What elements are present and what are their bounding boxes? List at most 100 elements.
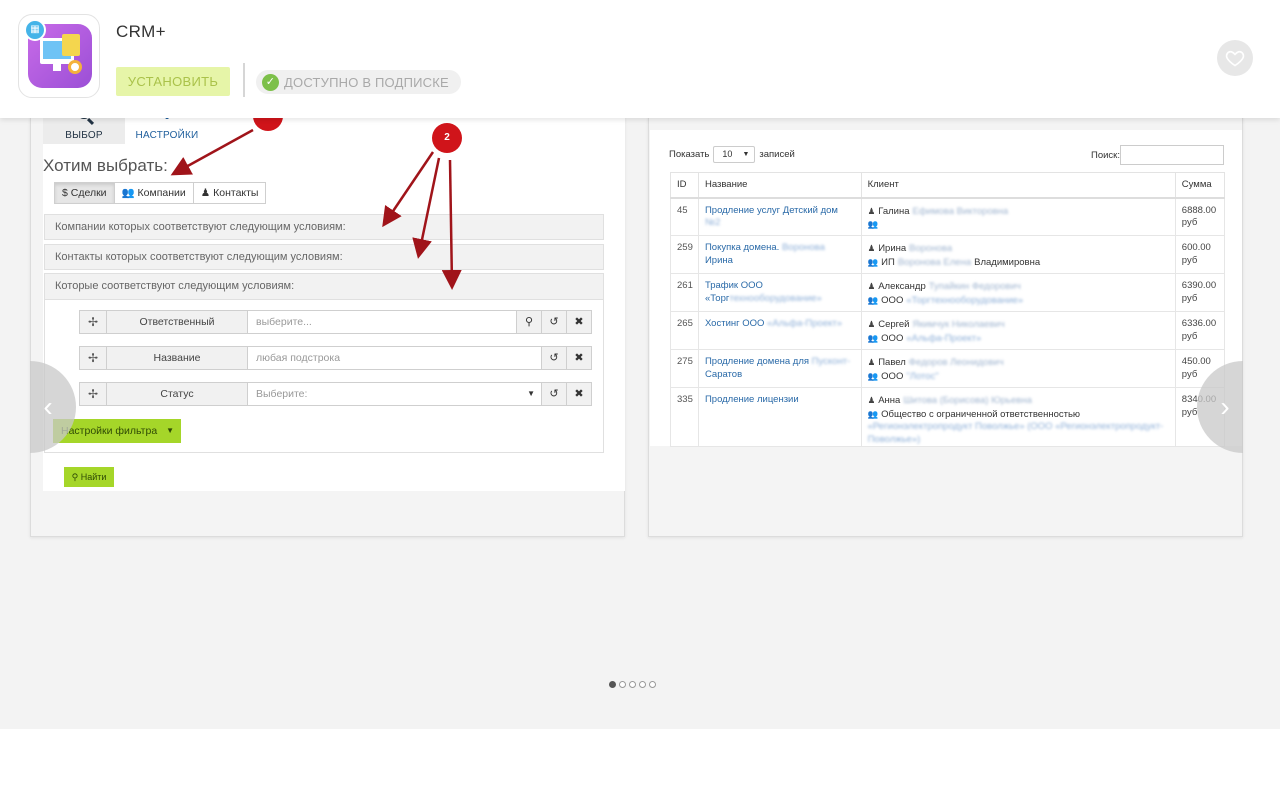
favorite-button[interactable] [1217,40,1253,76]
chevron-right-icon: › [1220,391,1230,422]
reset-icon[interactable]: ↺ [541,346,567,370]
filter-placeholder: Выберите: [256,388,308,400]
carousel-dot[interactable] [629,681,636,688]
condition-companies[interactable]: Компании которых соответствуют следующим… [44,214,604,240]
carousel-dot[interactable] [619,681,626,688]
table-header-row: ID Название Клиент Сумма [670,172,1226,199]
row-name-link[interactable]: Продление услуг Детский дом №2 [697,197,862,236]
table-row: 261 Трафик ООО «Торгтехнооборудование» ♟ А… [670,273,1226,312]
carousel-dot[interactable] [609,681,616,688]
users-icon: 👥 [867,370,879,381]
want-title: Хотим выбрать: [43,156,168,175]
filter-name: Статус [106,382,248,406]
subscription-badge: ✓ ДОСТУПНО В ПОДПИСКЕ [256,70,461,94]
row-id: 275 [670,349,699,388]
remove-icon[interactable]: ✖ [566,346,592,370]
user-icon: ♟ [867,281,876,291]
search-input[interactable] [1119,145,1224,165]
column-name[interactable]: Название [697,172,862,199]
user-icon: ♟ [200,187,211,199]
search-icon[interactable]: ⚲ [516,310,542,334]
chevron-down-icon: ▼ [527,389,535,398]
remove-icon[interactable]: ✖ [566,382,592,406]
row-id: 259 [670,235,699,274]
page-size-select[interactable]: 10 ▼ [713,146,756,163]
drag-handle-icon[interactable]: ✢ [79,310,107,334]
table-row: 335 Продление лицензии ♟ Анна Шитова (Бори… [670,387,1226,447]
filter-input[interactable]: любая подстрока [247,346,542,370]
row-id: 261 [670,273,699,312]
users-icon: 👥 [867,256,879,267]
row-id: 265 [670,311,699,350]
carousel-dots [609,681,656,688]
reset-icon[interactable]: ↺ [541,310,567,334]
deals-table: ID Название Клиент Сумма 45 Продление ус… [670,172,1226,447]
user-icon: ♟ [867,395,876,405]
row-name-link[interactable]: Продление лицензии [697,387,862,447]
find-label: Найти [80,472,107,482]
table-row: 265 Хостинг ООО «Альфа-Проект» ♟ Сергей Як… [670,311,1226,350]
carousel-dot[interactable] [649,681,656,688]
filter-select[interactable]: Выберите: ▼ [247,382,542,406]
condition-contacts[interactable]: Контакты которых соответствуют следующим… [44,244,604,270]
carousel-dot[interactable] [639,681,646,688]
filter-name: Название [106,346,248,370]
table-row: 275 Продление домена для Пусконт- Саратов… [670,349,1226,388]
row-name-link[interactable]: Продление домена для Пусконт- Саратов [697,349,862,388]
reset-icon[interactable]: ↺ [541,382,567,406]
segment-contacts[interactable]: ♟ Контакты [192,182,267,204]
row-name-link[interactable]: Трафик ООО «Торгтехнооборудование» [697,273,862,312]
segment-companies[interactable]: 👥 Компании [113,182,194,204]
chevron-down-icon: ▼ [166,426,174,435]
column-id[interactable]: ID [670,172,699,199]
remove-icon[interactable]: ✖ [566,310,592,334]
row-id: 335 [670,387,699,447]
row-client: ♟ Ирина Воронова 👥 ИП Воронова Елена Владимир… [860,235,1176,274]
app-icon: ▦ [18,14,100,98]
page-size-value: 10 [722,149,733,159]
row-sum: 6888.00 руб [1174,197,1226,236]
gift-badge-icon: ▦ [24,19,46,41]
app-title: CRM+ [116,22,166,41]
user-icon: ♟ [867,319,876,329]
table-row: 45 Продление услуг Детский дом №2 ♟ Галин… [670,197,1226,236]
chevron-left-icon: ‹ [43,391,53,422]
find-button[interactable]: ⚲ Найти [64,467,114,487]
row-name-link[interactable]: Покупка домена. Воронова Ирина [697,235,862,274]
users-icon: 👥 [867,408,879,419]
drag-handle-icon[interactable]: ✢ [79,346,107,370]
subscription-label: ДОСТУПНО В ПОДПИСКЕ [284,74,449,90]
row-id: 45 [670,197,699,236]
users-icon: 👥 [867,332,879,343]
annotation-badge-2: 2 [432,123,462,153]
filter-row-status: ✢ Статус Выберите: ▼ ↺ ✖ [79,382,592,406]
show-prefix: Показать [669,149,710,160]
filter-settings-label: Настройки фильтра [61,425,158,437]
segment-deals[interactable]: $ Сделки [54,182,115,204]
user-icon: ♟ [867,205,876,216]
row-sum: 6390.00 руб [1174,273,1226,312]
filter-row-responsible: ✢ Ответственный выберите... ⚲ ↺ ✖ [79,310,592,334]
users-icon: 👥 [121,187,135,199]
drag-handle-icon[interactable]: ✢ [79,382,107,406]
column-client[interactable]: Клиент [860,172,1176,199]
column-sum[interactable]: Сумма [1174,172,1226,199]
row-name-link[interactable]: Хостинг ООО «Альфа-Проект» [697,311,862,350]
row-client: ♟ Сергей Якимчук Николаевич 👥 ООО «Альфа-Про… [860,311,1176,350]
divider [243,63,245,97]
users-icon: 👥 [867,294,879,305]
search-label: Поиск: [1091,149,1120,161]
heart-icon [1225,50,1245,67]
page-size-control: Показать 10 ▼ записей [669,146,795,163]
install-button[interactable]: УСТАНОВИТЬ [116,67,230,96]
filter-name: Ответственный [106,310,248,334]
table-search: Поиск: [1091,145,1224,165]
row-client: ♟ Анна Шитова (Борисова) Юрьевна 👥 Общество… [860,387,1176,447]
search-icon: ⚲ [71,472,79,482]
filter-input[interactable]: выберите... [247,310,517,334]
check-icon: ✓ [262,73,279,91]
condition-deals[interactable]: Которые соответствуют следующим условиям… [45,274,603,300]
filter-placeholder: любая подстрока [256,352,341,364]
filter-row-name: ✢ Название любая подстрока ↺ ✖ [79,346,592,370]
entity-switcher: $ Сделки 👥 Компании ♟ Контакты [54,182,267,204]
